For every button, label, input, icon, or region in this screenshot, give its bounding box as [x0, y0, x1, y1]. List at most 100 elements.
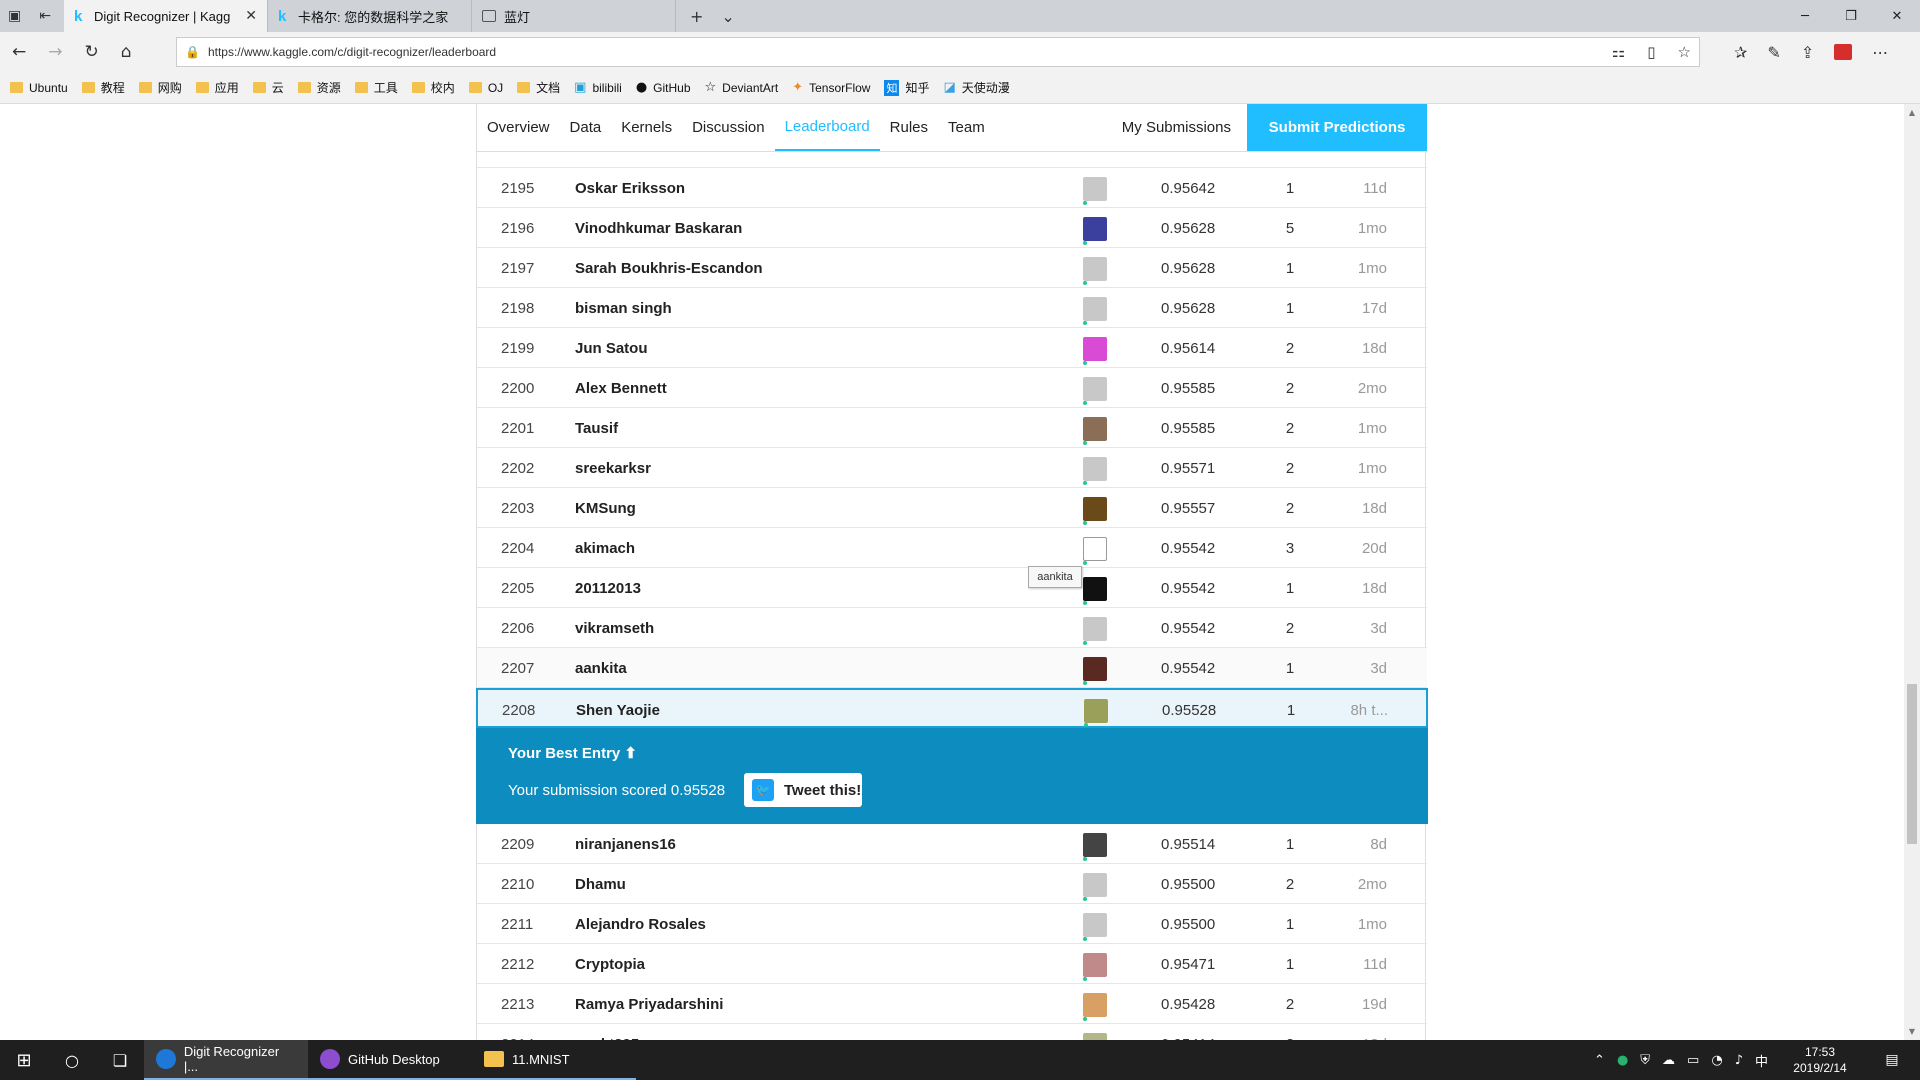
- table-row[interactable]: 2212 Cryptopia 0.95471 1 11d: [477, 944, 1427, 984]
- battery-icon[interactable]: ▭: [1687, 1053, 1699, 1068]
- table-row[interactable]: 2195 Oskar Eriksson 0.95642 1 11d: [477, 168, 1427, 208]
- favorite-ubuntu[interactable]: Ubuntu: [10, 81, 68, 95]
- restore-icon[interactable]: ❐: [1828, 9, 1874, 24]
- table-row[interactable]: 2214gaskt2950.95414218d: [477, 1024, 1427, 1040]
- table-row[interactable]: 2198 bisman singh 0.95628 1 17d: [477, 288, 1427, 328]
- close-window-icon[interactable]: ✕: [1874, 9, 1920, 24]
- taskbar-app-mnist[interactable]: 11.MNIST: [472, 1040, 636, 1080]
- tab-rules[interactable]: Rules: [880, 104, 938, 151]
- tab-team[interactable]: Team: [938, 104, 995, 151]
- tab-kernels[interactable]: Kernels: [611, 104, 682, 151]
- team-name[interactable]: Cryptopia: [575, 956, 645, 973]
- tab-digit-recognizer[interactable]: k Digit Recognizer | Kagg ✕: [64, 0, 268, 32]
- task-view-icon[interactable]: ❏: [96, 1051, 144, 1070]
- volume-icon[interactable]: ♪: [1735, 1053, 1743, 1068]
- team-name[interactable]: Shen Yaojie: [576, 702, 660, 719]
- favorite-deviantart[interactable]: ☆ DeviantArt: [705, 80, 779, 95]
- tabs-aside-icon[interactable]: ▣: [8, 8, 21, 24]
- table-row[interactable]: 2207 aankita 0.95542 1 3d: [477, 648, 1427, 688]
- refresh-icon[interactable]: ↻: [85, 42, 99, 62]
- favorite-apps[interactable]: 应用: [195, 79, 239, 96]
- table-row[interactable]: 2200 Alex Bennett 0.95585 2 2mo: [477, 368, 1427, 408]
- team-name[interactable]: akimach: [575, 540, 635, 557]
- avatar[interactable]: [1083, 377, 1107, 401]
- tab-leaderboard[interactable]: Leaderboard: [774, 104, 880, 151]
- avatar[interactable]: [1083, 497, 1107, 521]
- team-name[interactable]: Vinodhkumar Baskaran: [575, 220, 742, 237]
- translate-icon[interactable]: ⚏: [1612, 43, 1625, 61]
- favorite-zhihu[interactable]: 知知乎: [884, 79, 929, 96]
- avatar[interactable]: [1083, 337, 1107, 361]
- tray-chevron-up-icon[interactable]: ⌃: [1594, 1053, 1605, 1068]
- close-tab-icon[interactable]: ✕: [245, 8, 257, 24]
- favorite-bilibili[interactable]: ▣ bilibili: [574, 80, 622, 95]
- avatar[interactable]: [1083, 537, 1107, 561]
- avatar[interactable]: [1083, 1033, 1107, 1040]
- forward-icon[interactable]: →: [48, 42, 62, 62]
- table-row[interactable]: 2203 KMSung 0.95557 2 18d: [477, 488, 1427, 528]
- favorite-github[interactable]: ● GitHub: [636, 80, 691, 95]
- avatar[interactable]: [1083, 217, 1107, 241]
- url-field[interactable]: 🔒 https://www.kaggle.com/c/digit-recogni…: [176, 37, 1700, 67]
- avatar[interactable]: [1083, 617, 1107, 641]
- input-method-indicator[interactable]: 中: [1755, 1051, 1768, 1070]
- tab-kaggle-home[interactable]: k 卡格尔: 您的数据科学之家: [268, 0, 472, 32]
- team-name[interactable]: aankita: [575, 660, 627, 677]
- table-row[interactable]: 2202 sreekarksr 0.95571 2 1mo: [477, 448, 1427, 488]
- page-scrollbar[interactable]: ▲ ▼: [1904, 104, 1920, 1040]
- extension-icon[interactable]: [1834, 44, 1853, 60]
- table-row[interactable]: 2196 Vinodhkumar Baskaran 0.95628 5 1mo: [477, 208, 1427, 248]
- minimize-icon[interactable]: ─: [1782, 9, 1828, 24]
- favorite-shopping[interactable]: 网购: [138, 79, 182, 96]
- new-tab-icon[interactable]: +: [690, 7, 703, 26]
- pen-icon[interactable]: ✎: [1767, 43, 1780, 62]
- team-name[interactable]: Tausif: [575, 420, 618, 437]
- team-name[interactable]: KMSung: [575, 500, 636, 517]
- team-name[interactable]: Dhamu: [575, 876, 626, 893]
- my-submissions-link[interactable]: My Submissions: [1106, 104, 1247, 151]
- search-icon[interactable]: ○: [48, 1051, 96, 1070]
- avatar[interactable]: [1083, 577, 1107, 601]
- back-icon[interactable]: ←: [12, 42, 26, 62]
- team-name[interactable]: Jun Satou: [575, 340, 648, 357]
- favorite-tianshi[interactable]: ◪ 天使动漫: [943, 79, 1009, 96]
- best-entry-title[interactable]: Your Best Entry ⬆: [508, 744, 637, 762]
- favorite-resources[interactable]: 资源: [297, 79, 341, 96]
- table-row[interactable]: 2210 Dhamu 0.95500 2 2mo: [477, 864, 1427, 904]
- tray-app-icon[interactable]: ●: [1617, 1053, 1628, 1068]
- submit-predictions-button[interactable]: Submit Predictions: [1247, 104, 1427, 151]
- team-name[interactable]: vikramseth: [575, 620, 654, 637]
- tab-overview[interactable]: Overview: [477, 104, 560, 151]
- table-row[interactable]: 2213 Ramya Priyadarshini 0.95428 2 19d: [477, 984, 1427, 1024]
- avatar[interactable]: [1083, 953, 1107, 977]
- avatar[interactable]: [1083, 873, 1107, 897]
- team-name[interactable]: Alejandro Rosales: [575, 916, 706, 933]
- scroll-up-icon[interactable]: ▲: [1904, 108, 1920, 117]
- favorite-oj[interactable]: OJ: [468, 81, 503, 95]
- share-icon[interactable]: ⇪: [1801, 43, 1814, 62]
- my-entry-row[interactable]: 2208 Shen Yaojie 0.95528 1 8h t...: [476, 688, 1428, 728]
- tweet-button[interactable]: 🐦 Tweet this!: [744, 773, 862, 807]
- avatar[interactable]: [1083, 177, 1107, 201]
- favorite-tools[interactable]: 工具: [354, 79, 398, 96]
- table-row[interactable]: 2197 Sarah Boukhris-Escandon 0.95628 1 1mo: [477, 248, 1427, 288]
- table-row[interactable]: 2206 vikramseth 0.95542 2 3d: [477, 608, 1427, 648]
- team-name[interactable]: sreekarksr: [575, 460, 651, 477]
- notifications-icon[interactable]: ▤: [1872, 1052, 1912, 1068]
- team-name[interactable]: Ramya Priyadarshini: [575, 996, 723, 1013]
- wifi-icon[interactable]: ◔: [1711, 1053, 1722, 1068]
- onedrive-cloud-icon[interactable]: ☁: [1662, 1053, 1675, 1068]
- favorite-docs[interactable]: 文档: [517, 79, 560, 96]
- avatar[interactable]: [1083, 257, 1107, 281]
- favorites-hub-icon[interactable]: ✰: [1734, 43, 1747, 62]
- avatar[interactable]: [1083, 833, 1107, 857]
- team-name[interactable]: Oskar Eriksson: [575, 180, 685, 197]
- home-icon[interactable]: ⌂: [121, 42, 132, 62]
- team-name[interactable]: Alex Bennett: [575, 380, 667, 397]
- scroll-down-icon[interactable]: ▼: [1904, 1027, 1920, 1036]
- avatar[interactable]: [1083, 457, 1107, 481]
- avatar[interactable]: [1083, 657, 1107, 681]
- tab-lantern[interactable]: 蓝灯: [472, 0, 676, 32]
- table-row[interactable]: 2211 Alejandro Rosales 0.95500 1 1mo: [477, 904, 1427, 944]
- security-shield-icon[interactable]: ⛨: [1640, 1053, 1650, 1068]
